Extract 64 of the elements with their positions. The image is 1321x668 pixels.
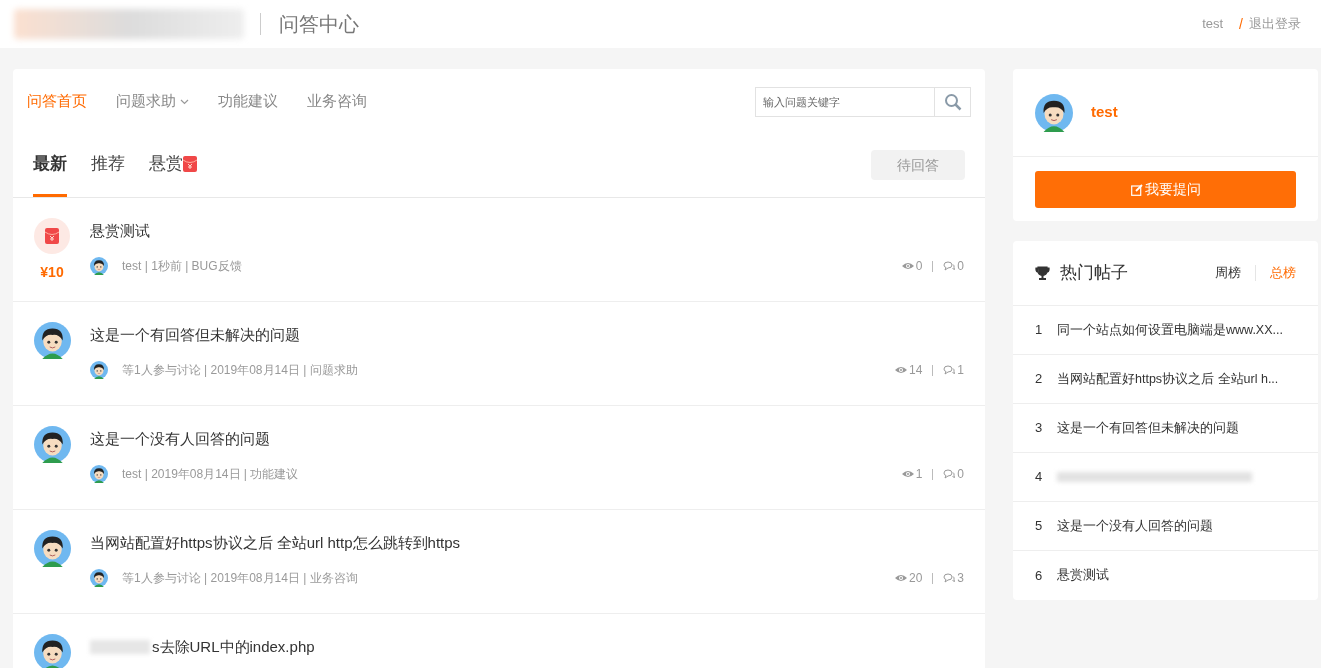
answer-count: 0: [957, 466, 964, 483]
nav-link[interactable]: 业务咨询: [307, 90, 367, 113]
ranking-tab[interactable]: 周榜: [1215, 263, 1241, 283]
rank-number: 1: [1035, 321, 1044, 340]
nav-link[interactable]: 问题求助: [116, 90, 189, 113]
view-count: 20: [908, 570, 923, 587]
eye-icon: [901, 262, 914, 270]
answer-count: 0: [957, 258, 964, 275]
view-count: 0: [915, 258, 923, 275]
post-meta: 等1人参与讨论 | 2019年08月14日 | 问题求助: [122, 362, 358, 379]
eye-icon: [901, 470, 914, 478]
avatar-icon: [1035, 93, 1073, 132]
nav-link[interactable]: 功能建议: [218, 90, 278, 113]
avatar-icon: [34, 426, 71, 463]
avatar-icon: [34, 634, 71, 668]
eye-icon: [894, 366, 907, 374]
avatar-icon: [90, 569, 108, 587]
eye-icon: [894, 574, 907, 582]
rank-number: 2: [1035, 370, 1044, 389]
post-title[interactable]: s去除URL中的index.php: [152, 635, 315, 659]
rank-number: 3: [1035, 419, 1044, 438]
envelope-icon: [45, 228, 59, 244]
post-meta: test | 2019年08月14日 | 功能建议: [122, 466, 299, 483]
search-icon: [943, 92, 962, 111]
avatar-icon: [34, 530, 71, 567]
envelope-icon: [183, 155, 197, 172]
hot-post-link[interactable]: 当网站配置好https协议之后 全站url h...: [1057, 369, 1279, 389]
hot-post-link[interactable]: 这是一个没有人回答的问题: [1057, 516, 1213, 536]
search-button[interactable]: [935, 86, 971, 117]
search-field[interactable]: 输入问题关键字: [755, 86, 935, 117]
answer-count: 1: [957, 362, 964, 379]
slash-separator: /: [1239, 14, 1243, 34]
hot-post-link[interactable]: 这是一个有回答但未解决的问题: [1057, 418, 1239, 438]
avatar-icon: [90, 465, 108, 483]
reward-amount: ¥10: [39, 263, 65, 282]
comment-icon: [943, 261, 956, 271]
post-title[interactable]: 悬赏测试: [90, 219, 150, 243]
avatar-icon: [90, 257, 108, 275]
profile-name: test: [1091, 102, 1118, 123]
tab[interactable]: 推荐: [91, 133, 125, 197]
rank-number: 4: [1035, 468, 1044, 487]
edit-icon: [1130, 183, 1143, 196]
avatar-icon: [90, 361, 108, 379]
comment-icon: [943, 365, 956, 375]
answer-count: 3: [957, 570, 964, 587]
view-count: 14: [908, 362, 923, 379]
post-meta: test | 1秒前 | BUG反馈: [122, 258, 242, 275]
comment-icon: [943, 469, 956, 479]
hot-posts-title: 热门帖子: [1060, 262, 1128, 285]
rank-number: 5: [1035, 517, 1044, 536]
site-title: 问答中心: [279, 12, 359, 37]
comment-icon: [943, 573, 956, 583]
tab[interactable]: 悬赏: [149, 133, 197, 197]
view-count: 1: [915, 466, 923, 483]
tab[interactable]: 最新: [33, 133, 67, 197]
post-title[interactable]: 当网站配置好https协议之后 全站url http怎么跳转到https: [90, 531, 461, 555]
post-title[interactable]: 这是一个有回答但未解决的问题: [90, 323, 300, 347]
post-meta: 等1人参与讨论 | 2019年08月14日 | 业务咨询: [122, 570, 358, 587]
hot-post-link[interactable]: 同一个站点如何设置电脑端是www.XX...: [1057, 320, 1283, 340]
rank-number: 6: [1035, 566, 1044, 585]
hot-post-link[interactable]: 悬赏测试: [1057, 566, 1109, 585]
trophy-icon: [1035, 265, 1050, 281]
post-title[interactable]: 这是一个没有人回答的问题: [90, 427, 270, 451]
avatar-icon: [34, 322, 71, 359]
